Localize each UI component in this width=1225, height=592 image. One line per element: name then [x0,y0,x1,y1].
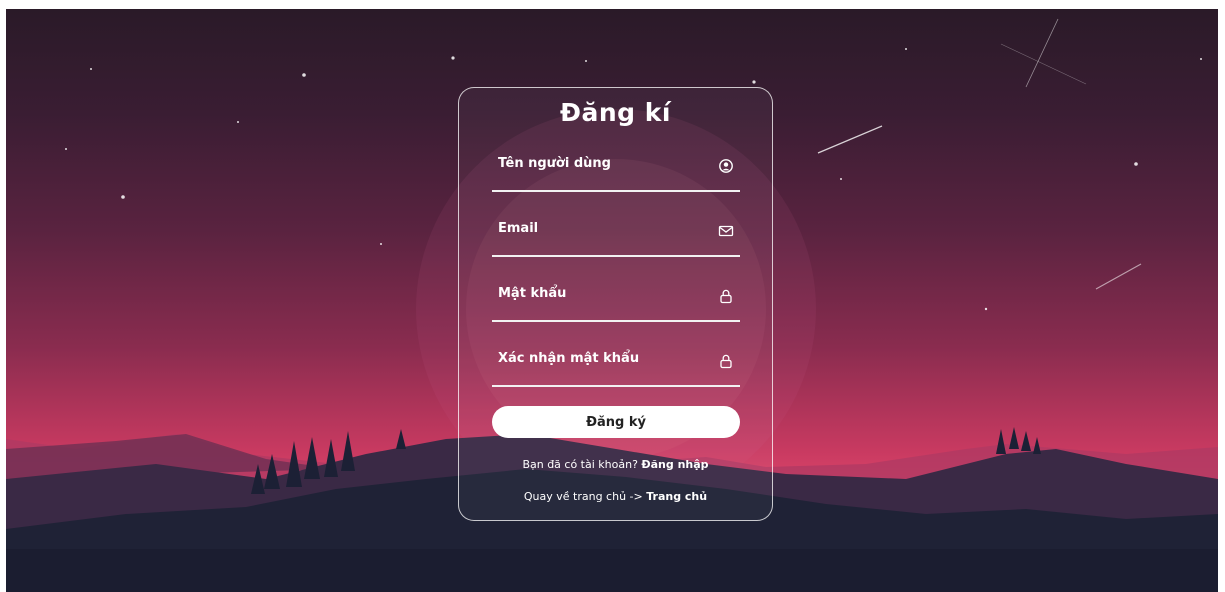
login-prompt-text: Bạn đã có tài khoản? [522,458,638,471]
email-field[interactable]: Email [492,215,740,257]
home-prompt-text: Quay về trang chủ -> [523,490,643,503]
form-title: Đăng kí [560,98,671,127]
background-scene: Đăng kí Tên người dùng Email Mật khẩu Xá… [6,9,1218,592]
home-link[interactable]: Trang chủ [646,490,707,503]
username-field[interactable]: Tên người dùng [492,150,740,192]
username-label: Tên người dùng [498,156,611,171]
register-card: Đăng kí Tên người dùng Email Mật khẩu Xá… [458,87,773,521]
email-label: Email [498,221,539,236]
login-link[interactable]: Đăng nhập [641,458,708,471]
lock-icon [720,354,732,369]
lock-icon [720,289,732,304]
home-prompt-line: Quay về trang chủ -> Trang chủ [459,490,772,503]
confirm-password-field[interactable]: Xác nhận mật khẩu [492,345,740,387]
password-field[interactable]: Mật khẩu [492,280,740,322]
register-button[interactable]: Đăng ký [492,406,740,438]
envelope-icon [718,225,734,237]
login-prompt-line: Bạn đã có tài khoản? Đăng nhập [459,458,772,471]
confirm-password-label: Xác nhận mật khẩu [498,351,640,366]
user-circle-icon [719,159,733,173]
password-label: Mật khẩu [498,286,567,301]
